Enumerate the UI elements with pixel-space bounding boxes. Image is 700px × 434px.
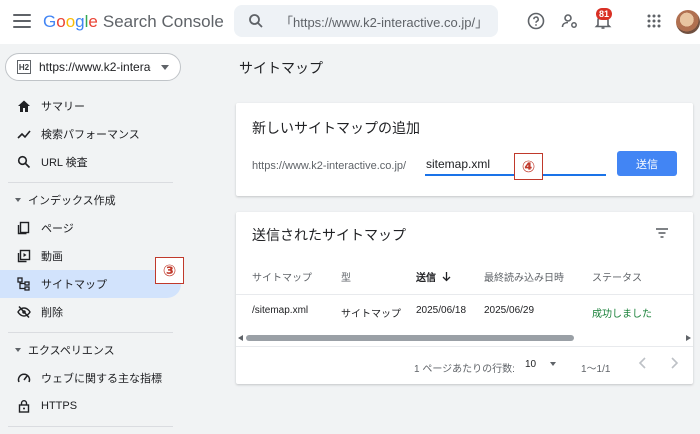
chevron-right-icon[interactable] [666, 354, 682, 372]
search-query-text: 「https://www.k2-interactive.co.jp/」 [280, 14, 489, 30]
rows-per-page-value: 10 [525, 358, 537, 370]
sidebar-item-core-web-vitals[interactable]: ウェブに関する主な指標 [0, 364, 181, 392]
section-title: エクスペリエンス [28, 345, 115, 357]
divider [8, 426, 173, 427]
help-icon[interactable] [527, 12, 545, 30]
table-cell-type: サイトマップ [341, 309, 401, 320]
section-experience[interactable]: エクスペリエンス [0, 340, 181, 360]
section-indexing[interactable]: インデックス作成 [0, 190, 181, 210]
sidebar-item-sitemaps[interactable]: サイトマップ [0, 270, 181, 298]
column-header-type[interactable]: 型 [341, 269, 351, 284]
table-cell-submitted: 2025/06/18 [416, 305, 467, 316]
sidebar-item-label: ウェブに関する主な指標 [41, 373, 162, 385]
top-app-bar: Google Search Console 「https://www.k2-int… [0, 0, 700, 44]
submit-button[interactable]: 送信 [617, 151, 677, 176]
scroll-right-icon[interactable] [686, 335, 691, 341]
sidebar-item-label: 検索パフォーマンス [41, 129, 140, 141]
product-logo[interactable]: Google Search Console [43, 12, 224, 32]
rows-per-page-select[interactable]: 10 [525, 355, 560, 373]
sidebar-item-url-inspection[interactable]: URL 検査 [0, 148, 181, 176]
chevron-down-icon [15, 198, 21, 202]
chevron-down-icon [15, 348, 21, 352]
column-header-status[interactable]: ステータス [592, 269, 642, 284]
filter-icon[interactable] [654, 226, 670, 240]
page-title: サイトマップ [239, 60, 323, 76]
logo-letter: e [88, 12, 98, 31]
search-icon [249, 14, 263, 28]
sidebar-item-removals[interactable]: 削除 [0, 298, 181, 326]
search-input[interactable]: 「https://www.k2-interactive.co.jp/」 [234, 5, 498, 37]
sidebar-item-performance[interactable]: 検索パフォーマンス [0, 120, 181, 148]
sidebar-item-video[interactable]: 動画 [0, 242, 181, 270]
home-icon [18, 100, 30, 112]
property-label: https://www.k2-interac... [39, 60, 151, 74]
divider [8, 182, 173, 183]
notification-badge: 81 [596, 8, 613, 20]
table-cell-sitemap[interactable]: /sitemap.xml [252, 305, 308, 316]
logo-letter: g [75, 12, 85, 31]
scroll-left-icon[interactable] [238, 335, 243, 341]
card-title: 送信されたサイトマップ [252, 227, 406, 243]
sidebar-item-label: HTTPS [41, 400, 78, 412]
logo-letter: o [65, 12, 76, 31]
column-header-submitted[interactable]: 送信 [416, 269, 451, 284]
chevron-down-icon [161, 64, 169, 70]
manage-users-icon[interactable] [561, 12, 579, 30]
sidebar-item-label: 動画 [41, 251, 63, 263]
chevron-left-icon[interactable] [635, 354, 651, 372]
property-selector[interactable]: H2 https://www.k2-interac... [5, 53, 181, 81]
divider [236, 346, 693, 347]
add-sitemap-card: 新しいサイトマップの追加 https://www.k2-interactive.… [236, 103, 693, 196]
status-badge: 成功しました [592, 309, 652, 320]
logo-letter: G [43, 12, 57, 31]
sidebar-item-https[interactable]: HTTPS [0, 392, 181, 420]
column-header-sitemap[interactable]: サイトマップ [252, 269, 312, 284]
table-cell-last-read: 2025/06/29 [484, 305, 535, 316]
speed-icon [17, 373, 31, 383]
sidebar-item-label: サマリー [41, 101, 85, 113]
video-icon [17, 249, 31, 263]
product-name: Search Console [102, 12, 224, 31]
horizontal-scrollbar[interactable] [236, 334, 693, 343]
trending-icon [17, 130, 31, 139]
submitted-sitemaps-card: 送信されたサイトマップ サイトマップ 型 送信 最終読み込み日時 ステータス /… [236, 212, 693, 384]
arrow-down-icon [442, 272, 451, 282]
url-prefix: https://www.k2-interactive.co.jp/ [252, 160, 407, 172]
sidebar-item-label: URL 検査 [41, 157, 88, 169]
scrollbar-thumb[interactable] [246, 335, 574, 341]
sidebar-item-label: 削除 [41, 307, 63, 319]
column-header-label: 送信 [416, 273, 436, 284]
sidebar-item-label: ページ [41, 223, 74, 235]
sitemap-icon [17, 277, 30, 291]
column-header-last-read[interactable]: 最終読み込み日時 [484, 269, 564, 284]
pages-icon [17, 221, 30, 235]
sidebar: H2 https://www.k2-interac... サマリー 検索パフォー… [0, 44, 185, 434]
lock-icon [18, 400, 30, 413]
sidebar-item-summary[interactable]: サマリー [0, 92, 181, 120]
page-range: 1〜1/1 [581, 364, 611, 375]
search-icon [17, 155, 31, 169]
rows-per-page-label: 1 ページあたりの行数: [414, 364, 515, 375]
logo-letter: o [56, 12, 66, 31]
divider [236, 294, 693, 295]
annotation-marker-3: ③ [155, 257, 184, 284]
divider [8, 332, 173, 333]
section-title: インデックス作成 [28, 195, 116, 207]
chevron-down-icon [550, 362, 557, 366]
sidebar-item-label: サイトマップ [41, 279, 107, 291]
annotation-marker-4: ④ [514, 153, 543, 180]
property-icon: H2 [17, 60, 31, 74]
visibility-off-icon [17, 305, 31, 319]
avatar[interactable] [676, 10, 700, 34]
apps-icon[interactable] [645, 12, 663, 30]
menu-icon[interactable] [13, 14, 31, 28]
card-title: 新しいサイトマップの追加 [252, 120, 420, 136]
sidebar-item-pages[interactable]: ページ [0, 214, 181, 242]
